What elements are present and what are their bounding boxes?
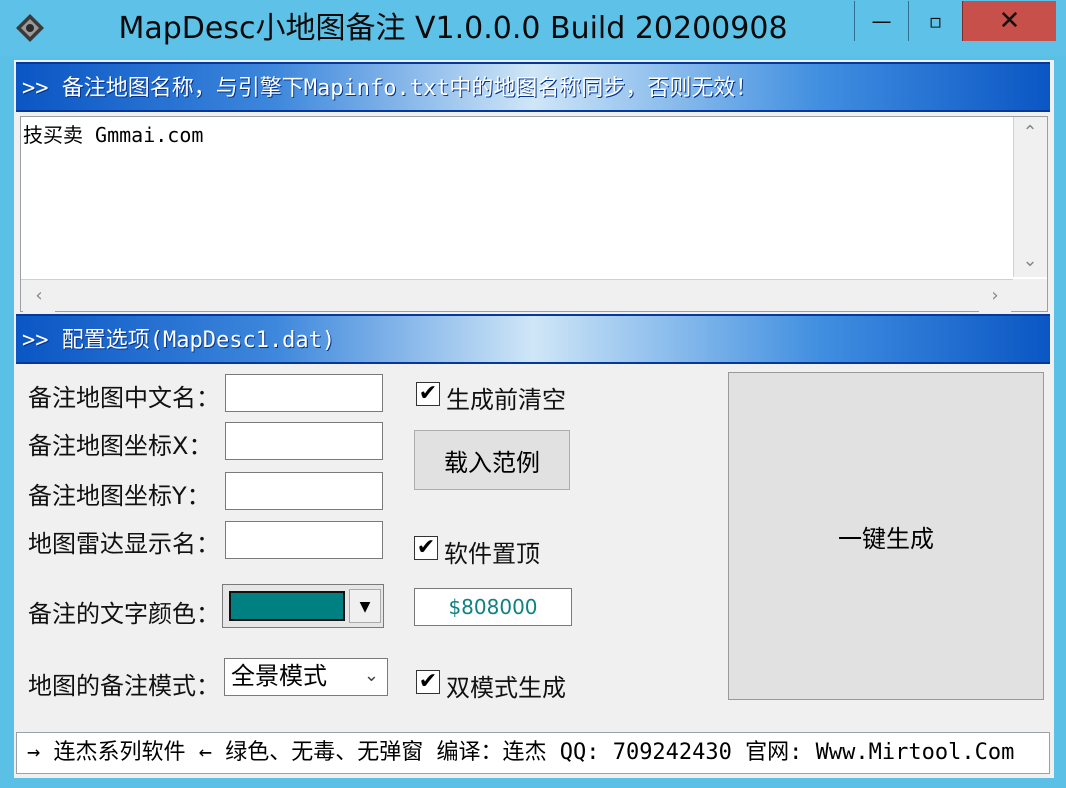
text-color-combo[interactable]: ▼: [222, 584, 384, 628]
scroll-left-icon[interactable]: ‹: [23, 280, 55, 312]
chevron-down-icon[interactable]: ▼: [349, 589, 381, 623]
check-icon: ✔: [418, 669, 438, 694]
stay-on-top-checkbox[interactable]: ✔: [414, 536, 438, 560]
window-title: MapDesc小地图备注 V1.0.0.0 Build 20200908: [118, 11, 788, 46]
coord-y-input[interactable]: [225, 472, 383, 510]
maximize-icon: ▫: [928, 9, 943, 33]
memo-content[interactable]: 技买卖 Gmmai.com: [23, 119, 203, 148]
color-swatch: [229, 591, 345, 621]
scroll-down-icon[interactable]: ⌄: [1014, 245, 1046, 277]
scroll-up-icon[interactable]: ⌃: [1014, 117, 1046, 149]
dual-mode-label[interactable]: 双模式生成: [446, 668, 566, 703]
close-button[interactable]: ✕: [962, 1, 1056, 41]
status-bar: → 连杰系列软件 ← 绿色、无毒、无弹窗 编译：连杰 QQ: 709242430…: [16, 732, 1050, 774]
radar-name-input[interactable]: [225, 521, 383, 559]
coord-x-label: 备注地图坐标X：: [28, 432, 213, 460]
clear-before-checkbox[interactable]: ✔: [416, 382, 440, 406]
coord-x-input[interactable]: [225, 422, 383, 460]
scroll-right-icon[interactable]: ›: [979, 280, 1011, 312]
main-panel: >> 备注地图名称，与引擎下Mapinfo.txt中的地图名称同步，否则无效！ …: [14, 60, 1054, 778]
dual-mode-checkbox[interactable]: ✔: [416, 670, 440, 694]
scroll-corner: [1013, 279, 1047, 311]
config-banner-text: >> 配置选项(MapDesc1.dat): [22, 328, 336, 353]
radar-name-label: 地图雷达显示名：: [28, 530, 220, 558]
load-example-button[interactable]: 载入范例: [414, 430, 570, 490]
clear-before-label[interactable]: 生成前清空: [446, 380, 566, 415]
generate-button[interactable]: 一键生成: [728, 372, 1044, 700]
map-name-banner: >> 备注地图名称，与引擎下Mapinfo.txt中的地图名称同步，否则无效！: [16, 62, 1050, 112]
mode-select-value: 全景模式: [231, 662, 327, 690]
chevron-down-icon: ⌄: [363, 665, 379, 686]
cn-name-label: 备注地图中文名：: [28, 384, 220, 412]
title-bar: MapDesc小地图备注 V1.0.0.0 Build 20200908 — ▫…: [0, 0, 1066, 56]
map-name-banner-text: >> 备注地图名称，与引擎下Mapinfo.txt中的地图名称同步，否则无效！: [22, 76, 758, 101]
maximize-button[interactable]: ▫: [908, 1, 962, 41]
close-icon: ✕: [998, 6, 1021, 36]
map-names-memo[interactable]: 技买卖 Gmmai.com ⌃ ⌄ ‹ ›: [20, 116, 1048, 312]
app-icon: [16, 14, 44, 42]
text-color-label: 备注的文字颜色：: [28, 600, 220, 628]
cn-name-input[interactable]: [225, 374, 383, 412]
vertical-scrollbar[interactable]: ⌃ ⌄: [1013, 117, 1047, 277]
mode-label: 地图的备注模式：: [28, 672, 220, 700]
stay-on-top-label[interactable]: 软件置顶: [444, 534, 540, 569]
horizontal-scrollbar[interactable]: ‹ ›: [21, 279, 1013, 312]
color-hex-value[interactable]: $808000: [414, 588, 572, 626]
mode-select[interactable]: 全景模式 ⌄: [224, 658, 388, 696]
check-icon: ✔: [416, 535, 436, 560]
minimize-icon: —: [871, 9, 892, 33]
minimize-button[interactable]: —: [854, 1, 908, 41]
config-banner: >> 配置选项(MapDesc1.dat): [16, 314, 1050, 364]
coord-y-label: 备注地图坐标Y：: [28, 482, 211, 510]
check-icon: ✔: [418, 381, 438, 406]
